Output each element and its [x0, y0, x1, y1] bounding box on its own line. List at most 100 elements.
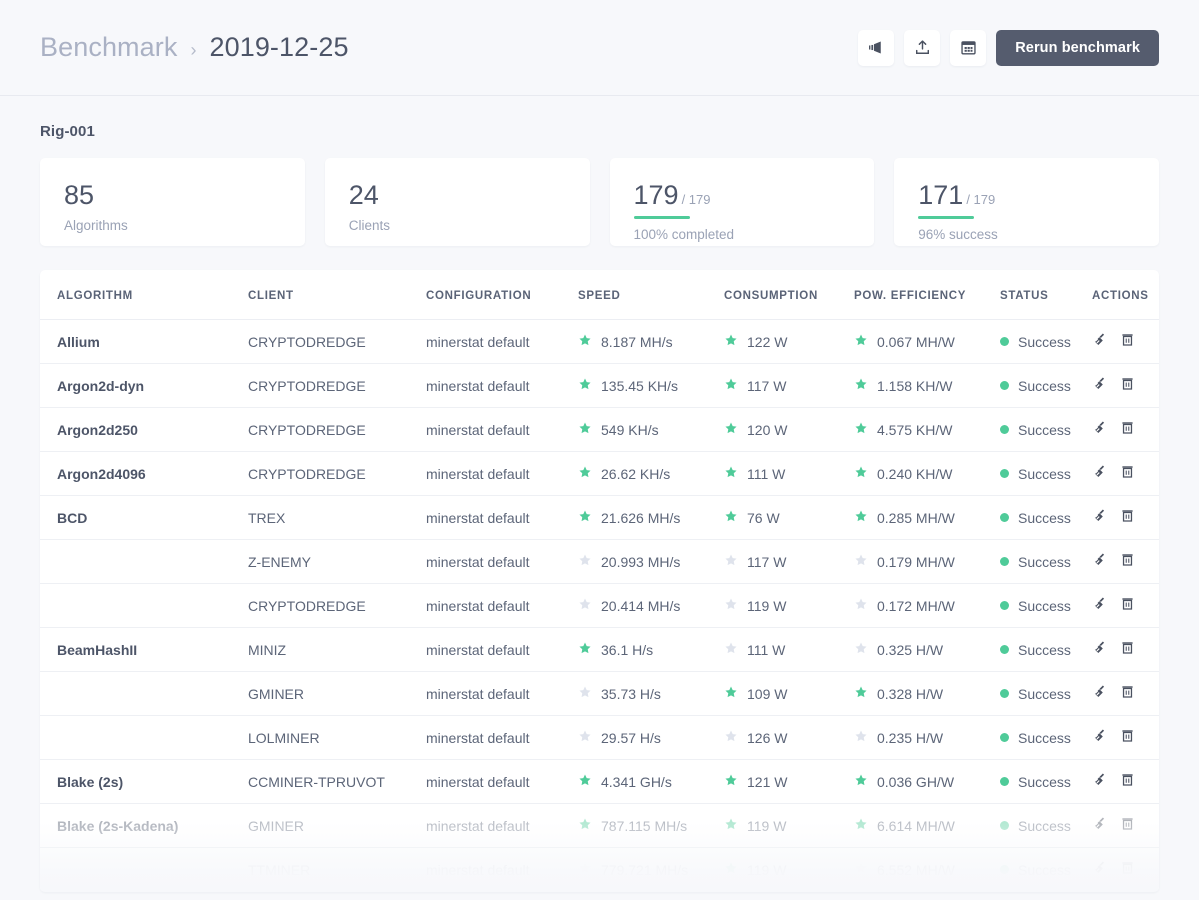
delete-icon[interactable] [1120, 772, 1135, 791]
delete-icon[interactable] [1120, 860, 1135, 879]
efficiency-value: 6.552 MH/W [877, 861, 955, 878]
table-row[interactable]: Argon2d250 CRYPTODREDGE minerstat default 5… [40, 407, 1159, 452]
rerun-benchmark-button[interactable]: Rerun benchmark [996, 29, 1159, 66]
cell-configuration: minerstat default [426, 847, 578, 892]
client-name: TREX [248, 509, 286, 526]
status-label: Success [1018, 729, 1071, 746]
clean-icon[interactable] [1092, 728, 1108, 747]
delete-icon[interactable] [1120, 376, 1135, 395]
status-dot-icon [1000, 689, 1009, 698]
upload-button[interactable] [904, 29, 941, 66]
clean-icon[interactable] [1092, 860, 1108, 879]
clean-icon[interactable] [1092, 552, 1108, 571]
cell-actions [1092, 715, 1159, 760]
cell-status: Success [1000, 627, 1092, 672]
cell-status: Success [1000, 495, 1092, 540]
column-header-algorithm[interactable]: ALGORITHM [40, 270, 248, 320]
status-dot-icon [1000, 513, 1009, 522]
clean-icon[interactable] [1092, 420, 1108, 439]
efficiency-value: 0.235 H/W [877, 729, 944, 746]
star-icon [854, 421, 868, 438]
clean-icon[interactable] [1092, 596, 1108, 615]
speed-metric: 36.1 H/s [578, 641, 724, 658]
delete-icon[interactable] [1120, 332, 1135, 351]
rig-title: Rig-001 [40, 123, 95, 140]
table-row[interactable]: BeamHashII MINIZ minerstat default 36.1 H/s… [40, 627, 1159, 672]
client-name: CRYPTODREDGE [248, 377, 366, 394]
table-row[interactable]: Z-ENEMY minerstat default 20.993 MH/s 117 W… [40, 539, 1159, 584]
speed-metric: 20.414 MH/s [578, 597, 724, 614]
column-header-status[interactable]: STATUS [1000, 270, 1092, 320]
cell-speed: 26.62 KH/s [578, 451, 724, 496]
delete-icon[interactable] [1120, 596, 1135, 615]
speed-metric: 26.62 KH/s [578, 465, 724, 482]
clean-icon[interactable] [1092, 464, 1108, 483]
column-header-configuration[interactable]: CONFIGURATION [426, 270, 578, 320]
calendar-button[interactable] [950, 29, 987, 66]
clean-icon[interactable] [1092, 640, 1108, 659]
announce-button[interactable] [858, 29, 895, 66]
clean-icon[interactable] [1092, 376, 1108, 395]
delete-icon[interactable] [1120, 552, 1135, 571]
client-name: CRYPTODREDGE [248, 333, 366, 350]
delete-icon[interactable] [1120, 508, 1135, 527]
speed-value: 36.1 H/s [601, 641, 654, 658]
clean-icon[interactable] [1092, 332, 1108, 351]
table-row[interactable]: Argon2d4096 CRYPTODREDGE minerstat default… [40, 451, 1159, 496]
star-icon [724, 333, 738, 350]
efficiency-metric: 0.240 KH/W [854, 465, 1000, 482]
star-icon [854, 641, 868, 658]
table-row[interactable]: CRYPTODREDGE minerstat default 20.414 MH/s… [40, 583, 1159, 628]
table-row[interactable]: Allium CRYPTODREDGE minerstat default 8.187… [40, 319, 1159, 364]
cell-client: Z-ENEMY [248, 539, 426, 584]
status-badge: Success [1000, 862, 1092, 878]
cell-client: CRYPTODREDGE [248, 407, 426, 452]
efficiency-metric: 6.552 MH/W [854, 861, 1000, 878]
table-row[interactable]: TTMINER minerstat default 779.721 MH/s 119 … [40, 847, 1159, 892]
clean-icon[interactable] [1092, 684, 1108, 703]
row-actions [1092, 464, 1159, 483]
stat-value: 171 [918, 180, 964, 210]
delete-icon[interactable] [1120, 464, 1135, 483]
breadcrumb-root-link[interactable]: Benchmark [40, 32, 177, 63]
column-header-consumption[interactable]: CONSUMPTION [724, 270, 854, 320]
stat-value-row: 171 / 179 [918, 182, 1159, 209]
column-header-client[interactable]: CLIENT [248, 270, 426, 320]
delete-icon[interactable] [1120, 684, 1135, 703]
column-header-speed[interactable]: SPEED [578, 270, 724, 320]
consumption-value: 111 W [747, 465, 786, 482]
status-label: Success [1018, 817, 1071, 834]
star-icon [854, 817, 868, 834]
client-name: CRYPTODREDGE [248, 465, 366, 482]
consumption-value: 119 W [747, 817, 787, 834]
speed-metric: 779.721 MH/s [578, 861, 724, 878]
cell-consumption: 117 W [724, 363, 854, 408]
table-head: ALGORITHM CLIENT CONFIGURATION SPEED CON… [40, 270, 1159, 320]
efficiency-metric: 1.158 KH/W [854, 377, 1000, 394]
cell-algorithm: Argon2d250 [40, 407, 248, 452]
delete-icon[interactable] [1120, 728, 1135, 747]
delete-icon[interactable] [1120, 640, 1135, 659]
cell-algorithm [40, 715, 248, 760]
clean-icon[interactable] [1092, 508, 1108, 527]
clean-icon[interactable] [1092, 816, 1108, 835]
table-row[interactable]: Argon2d-dyn CRYPTODREDGE minerstat default… [40, 363, 1159, 408]
stat-card-success: 171 / 179 96% success [894, 158, 1159, 246]
star-icon [854, 773, 868, 790]
table-row[interactable]: Blake (2s-Kadena) GMINER minerstat default… [40, 803, 1159, 848]
table-row[interactable]: LOLMINER minerstat default 29.57 H/s 126 W 0… [40, 715, 1159, 760]
consumption-metric: 111 W [724, 641, 854, 658]
star-icon [854, 465, 868, 482]
clean-icon[interactable] [1092, 772, 1108, 791]
cell-algorithm [40, 671, 248, 716]
status-badge: Success [1000, 422, 1092, 438]
column-header-pow-efficiency[interactable]: POW. EFFICIENCY [854, 270, 1000, 320]
table-row[interactable]: BCD TREX minerstat default 21.626 MH/s 76 W 0… [40, 495, 1159, 540]
configuration-name: minerstat default [426, 685, 530, 702]
speed-metric: 20.993 MH/s [578, 553, 724, 570]
table-row[interactable]: GMINER minerstat default 35.73 H/s 109 W 0.3… [40, 671, 1159, 716]
delete-icon[interactable] [1120, 420, 1135, 439]
cell-pow-efficiency: 0.235 H/W [854, 715, 1000, 760]
delete-icon[interactable] [1120, 816, 1135, 835]
table-row[interactable]: Blake (2s) CCMINER-TPRUVOT minerstat defau… [40, 759, 1159, 804]
